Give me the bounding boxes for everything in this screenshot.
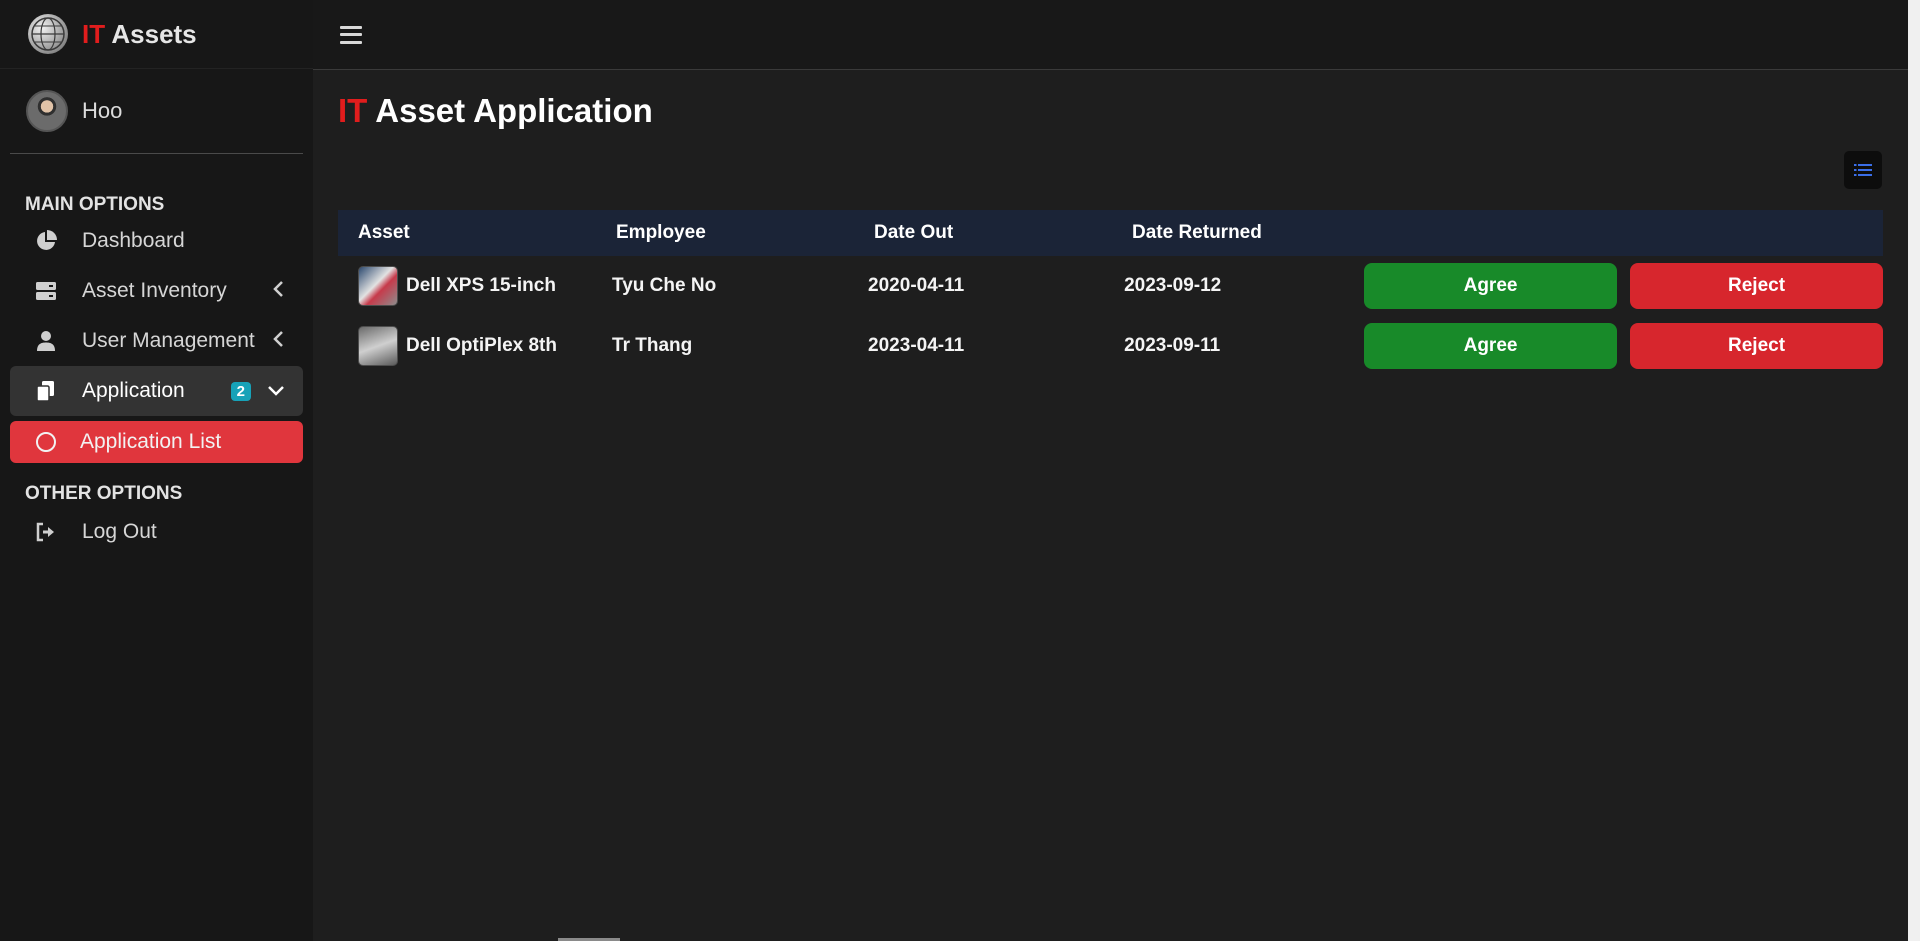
asset-name: Dell OptiPlex 8th [406, 335, 557, 356]
sidebar-item-application[interactable]: Application 2 [10, 366, 303, 416]
topbar [313, 0, 1908, 70]
sidebar-item-label: Application [82, 379, 185, 402]
user-panel[interactable]: Hoo [10, 69, 303, 154]
sidebar: IT Assets Hoo MAIN OPTIONS Dashboard Ass… [0, 0, 313, 941]
asset-cell: Dell OptiPlex 8th [338, 326, 594, 366]
sidebar-item-asset-inventory[interactable]: Asset Inventory [10, 266, 303, 316]
chevron-down-icon [267, 378, 285, 404]
copy-icon [34, 379, 58, 403]
brand-rest: Assets [105, 18, 197, 49]
reject-button[interactable]: Reject [1630, 323, 1884, 369]
sidebar-item-dashboard[interactable]: Dashboard [10, 216, 303, 266]
column-header-asset: Asset [358, 222, 410, 243]
sign-out-icon [34, 520, 58, 544]
asset-thumbnail [358, 266, 398, 306]
user-name: Hoo [82, 98, 123, 123]
reject-button[interactable]: Reject [1630, 263, 1884, 309]
list-icon [1854, 164, 1872, 176]
table-header: Asset Employee Date Out Date Returned [338, 210, 1883, 256]
nav-header-other: OTHER OPTIONS [25, 483, 183, 504]
sidebar-item-logout[interactable]: Log Out [10, 507, 303, 557]
sidebar-subitem-application-list[interactable]: Application List [10, 421, 303, 463]
application-table: Asset Employee Date Out Date Returned De… [338, 210, 1884, 376]
vertical-scrollbar[interactable] [1908, 0, 1920, 941]
chevron-left-icon [271, 328, 285, 354]
circle-icon [36, 432, 56, 452]
page-title-accent: IT [338, 92, 368, 129]
user-icon [34, 329, 58, 353]
sidebar-item-label: Log Out [82, 520, 157, 543]
main-content: IT Asset Application Asset Employee Date… [338, 70, 1884, 369]
table-row: Dell OptiPlex 8th Tr Thang 2023-04-11 20… [338, 316, 1884, 376]
brand-accent: IT [82, 18, 106, 49]
column-header-date-out: Date Out [874, 222, 954, 243]
hamburger-menu-icon[interactable] [340, 25, 362, 44]
list-view-button[interactable] [1844, 151, 1882, 189]
sidebar-item-label: Dashboard [82, 229, 185, 252]
employee-cell: Tr Thang [612, 335, 693, 356]
employee-cell: Tyu Che No [612, 275, 717, 296]
agree-button[interactable]: Agree [1364, 263, 1618, 309]
asset-name: Dell XPS 15-inch [406, 275, 556, 296]
brand-title: IT Assets [82, 19, 197, 50]
page-title-rest: Asset Application [367, 92, 653, 129]
column-header-date-returned: Date Returned [1132, 222, 1262, 243]
brand[interactable]: IT Assets [0, 0, 313, 69]
date-returned-cell: 2023-09-12 [1124, 275, 1222, 296]
sidebar-item-label: Asset Inventory [82, 279, 227, 302]
pie-chart-icon [34, 229, 58, 253]
count-badge: 2 [230, 381, 251, 401]
asset-thumbnail [358, 326, 398, 366]
date-returned-cell: 2023-09-11 [1124, 335, 1221, 356]
table-row: Dell XPS 15-inch Tyu Che No 2020-04-11 2… [338, 256, 1884, 316]
nav-header-main: MAIN OPTIONS [25, 194, 165, 215]
sidebar-subitem-label: Application List [80, 430, 222, 453]
date-out-cell: 2023-04-11 [868, 335, 965, 356]
date-out-cell: 2020-04-11 [868, 275, 965, 296]
column-header-employee: Employee [616, 222, 706, 243]
page-title: IT Asset Application [338, 92, 1883, 132]
agree-button[interactable]: Agree [1364, 323, 1618, 369]
globe-icon [28, 14, 68, 54]
sidebar-item-label: User Management [82, 329, 255, 352]
server-icon [34, 279, 58, 303]
asset-cell: Dell XPS 15-inch [338, 266, 594, 306]
chevron-left-icon [271, 278, 285, 304]
avatar [26, 90, 68, 132]
sidebar-item-user-management[interactable]: User Management [10, 316, 303, 366]
